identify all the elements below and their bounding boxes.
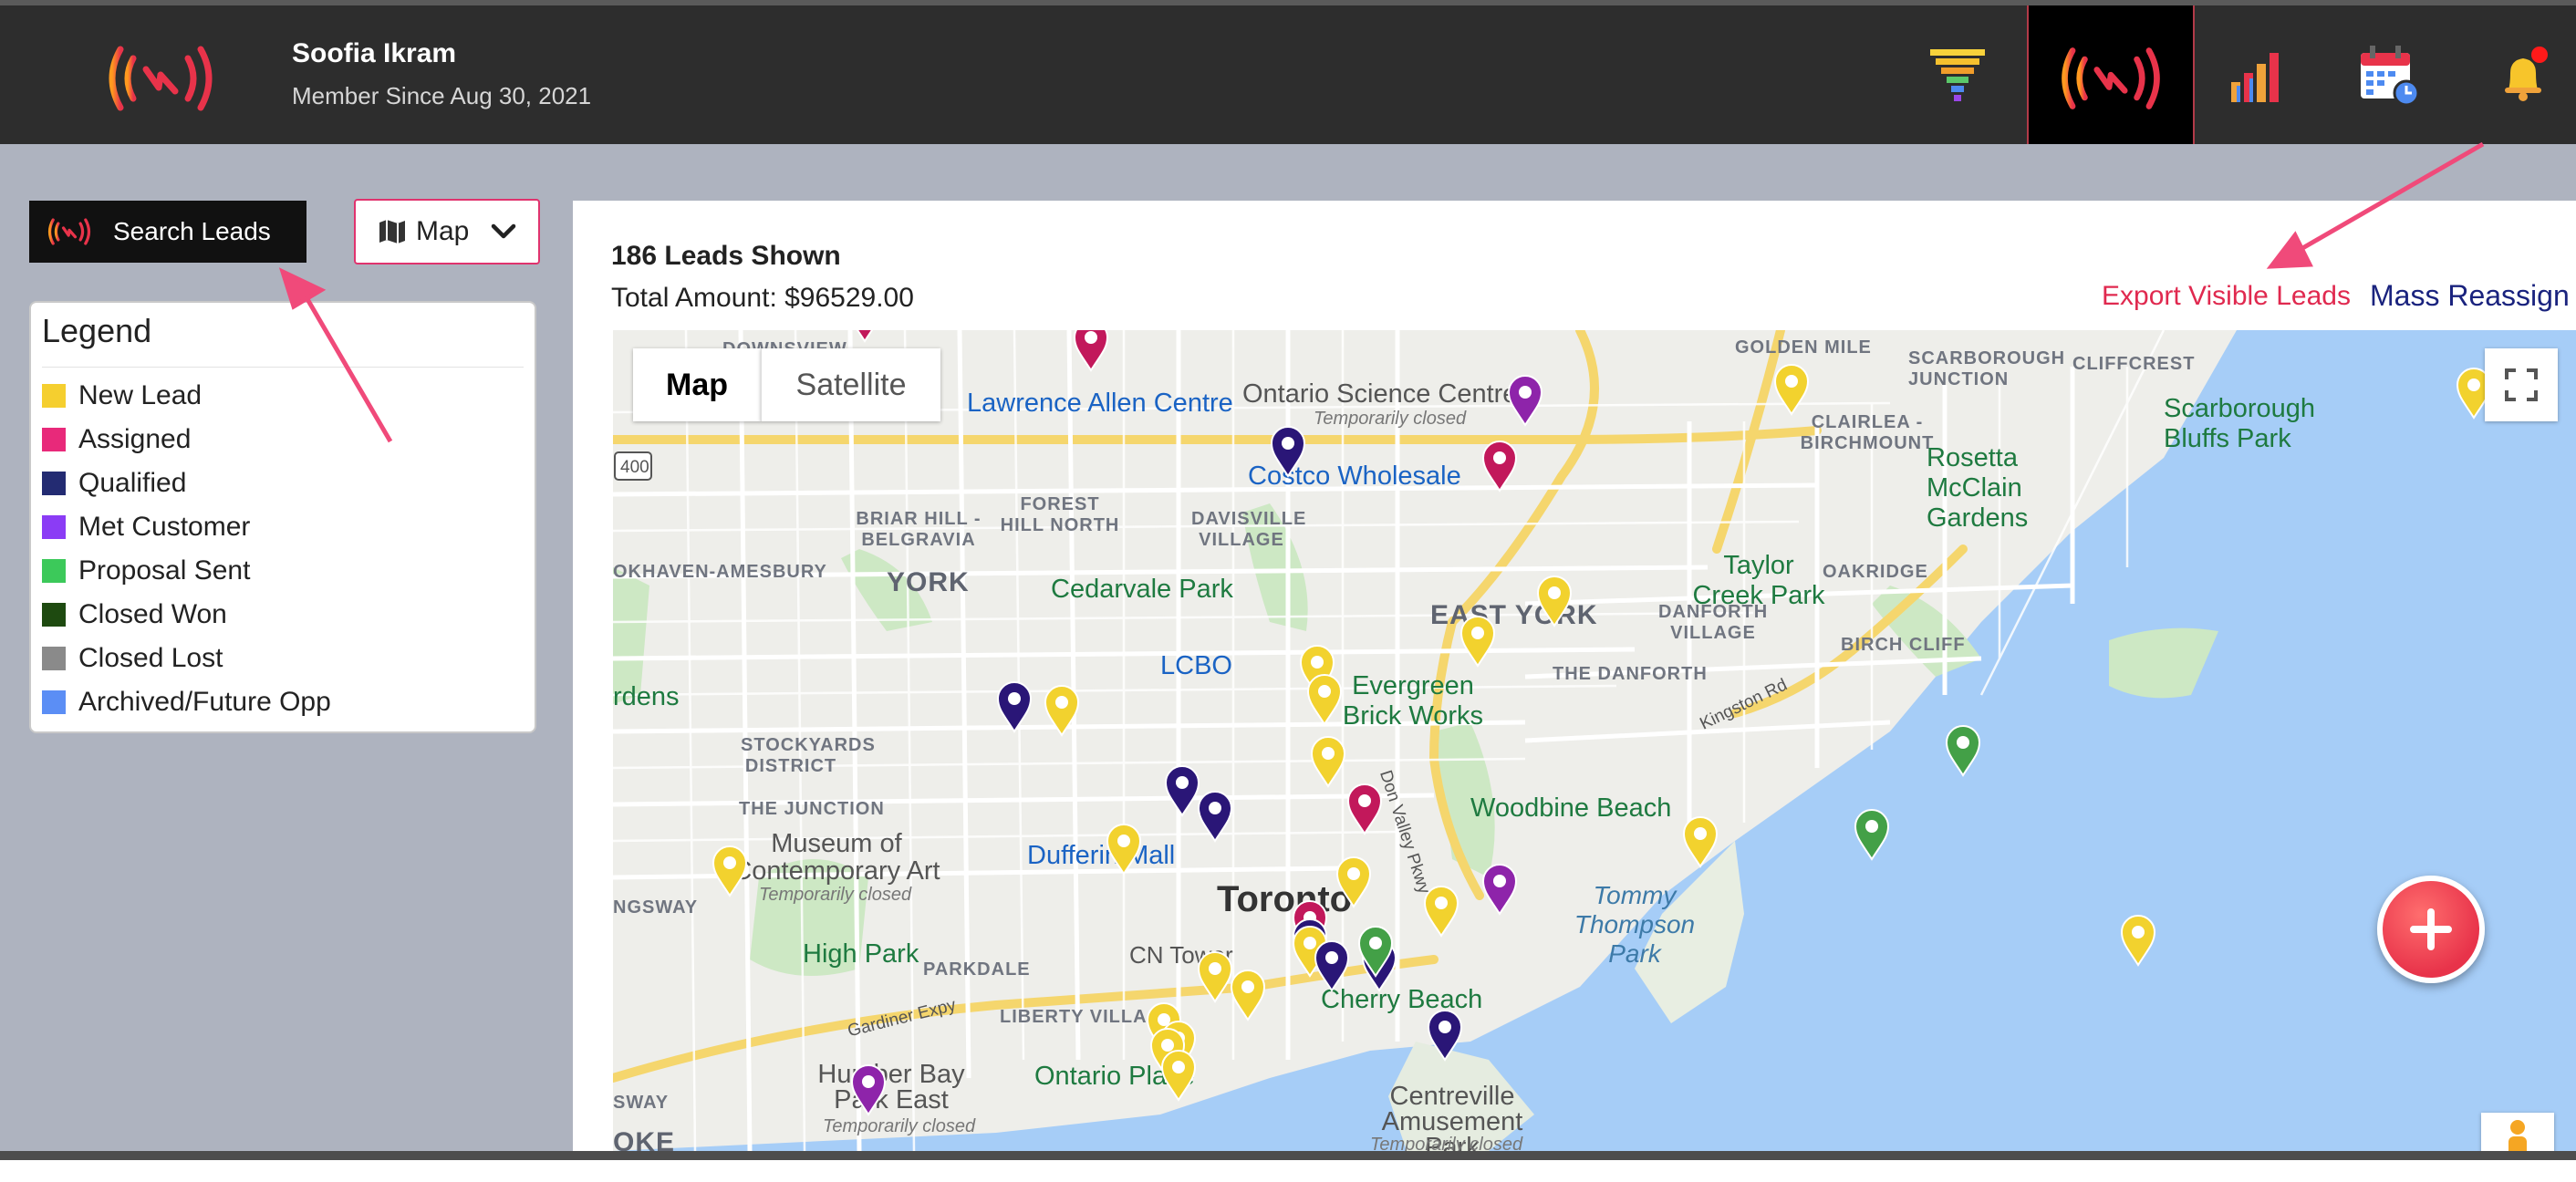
lead-pin[interactable] — [1197, 791, 1233, 843]
legend-label: Archived/Future Opp — [78, 687, 331, 717]
legend-title: Legend — [42, 312, 152, 349]
legend-label: Proposal Sent — [78, 555, 251, 586]
legend-swatch — [42, 690, 66, 714]
view-mode-select[interactable]: Map — [354, 199, 540, 264]
lead-pin[interactable] — [1160, 1050, 1197, 1102]
view-mode-value: Map — [416, 216, 470, 246]
bar-chart-icon[interactable] — [2226, 42, 2291, 108]
add-lead-button[interactable] — [2377, 876, 2485, 983]
legend-swatch — [42, 647, 66, 670]
fullscreen-button[interactable] — [2485, 348, 2558, 421]
leads-shown-count: 186 Leads Shown — [611, 241, 841, 271]
legend-label: Met Customer — [78, 512, 251, 542]
legend-item: Met Customer — [42, 509, 250, 545]
lead-pin[interactable] — [1773, 364, 1810, 416]
app-window: Soofia Ikram Member Since Aug 30, 2021 S… — [0, 0, 2576, 1182]
search-leads-button[interactable]: Search Leads — [29, 201, 306, 263]
brand-logo-icon[interactable] — [100, 40, 221, 117]
lead-pin[interactable] — [1945, 725, 1981, 777]
legend-swatch — [42, 428, 66, 451]
notification-dot — [2531, 47, 2548, 63]
fullscreen-icon — [2505, 368, 2538, 401]
lead-pin[interactable] — [1197, 951, 1233, 1003]
legend-label: Assigned — [78, 424, 192, 454]
lead-pin[interactable] — [712, 845, 748, 897]
app-header: Soofia Ikram Member Since Aug 30, 2021 — [0, 5, 2576, 144]
chevron-down-icon — [491, 223, 516, 239]
lead-pin[interactable] — [1481, 441, 1518, 493]
lead-pin[interactable] — [1423, 886, 1459, 938]
legend-item: Archived/Future Opp — [42, 684, 331, 721]
legend-divider — [42, 367, 524, 368]
user-name: Soofia Ikram — [292, 38, 457, 68]
lead-pin[interactable] — [1427, 1010, 1463, 1062]
funnel-icon[interactable] — [1925, 42, 1990, 108]
legend-item: Qualified — [42, 465, 186, 502]
lead-pin[interactable] — [996, 681, 1033, 733]
lead-pin[interactable] — [1314, 940, 1350, 992]
lead-pin[interactable] — [1073, 330, 1109, 372]
lead-pin[interactable] — [1270, 426, 1306, 478]
lead-pin[interactable] — [1682, 816, 1719, 868]
legend-swatch — [42, 384, 66, 408]
legend-item: Closed Won — [42, 596, 227, 633]
export-visible-leads-link[interactable]: Export Visible Leads — [2102, 281, 2351, 312]
lead-pin[interactable] — [848, 330, 881, 343]
bell-icon[interactable] — [2490, 42, 2556, 108]
member-since: Member Since Aug 30, 2021 — [292, 82, 592, 109]
search-leads-label: Search Leads — [113, 217, 271, 245]
lead-pin[interactable] — [1481, 864, 1518, 916]
legend-label: Qualified — [78, 468, 187, 498]
lead-pin[interactable] — [1044, 685, 1080, 737]
legend-label: Closed Won — [78, 599, 227, 629]
lead-pin[interactable] — [1346, 783, 1383, 835]
lead-pin[interactable] — [1335, 856, 1372, 908]
legend-panel: Legend New Lead Assigned Qualified Met Cust… — [29, 301, 536, 733]
mass-reassign-link[interactable]: Mass Reassign — [2370, 279, 2570, 313]
bottom-strip — [0, 1151, 2576, 1160]
lead-pin[interactable] — [1310, 736, 1346, 788]
total-amount: Total Amount: $96529.00 — [611, 283, 914, 313]
legend-item: Assigned — [42, 421, 191, 458]
lead-pin[interactable] — [1459, 616, 1496, 668]
lead-pin[interactable] — [850, 1064, 887, 1116]
legend-swatch — [42, 515, 66, 539]
leads-map[interactable]: DOWNSVIEW 400 GOLDEN MILE SCARBOROUGH JU… — [613, 330, 2576, 1151]
lead-pin[interactable] — [1230, 969, 1266, 1021]
map-type-map-button[interactable]: Map — [633, 348, 761, 421]
legend-swatch — [42, 559, 66, 583]
map-type-satellite-button[interactable]: Satellite — [761, 348, 940, 421]
bottom-margin — [0, 1160, 2576, 1182]
legend-swatch — [42, 472, 66, 495]
lead-pin[interactable] — [1106, 824, 1142, 876]
map-icon — [379, 220, 405, 244]
legend-label: Closed Lost — [78, 643, 223, 673]
lead-pin[interactable] — [1306, 674, 1343, 726]
signal-icon — [47, 218, 91, 245]
legend-swatch — [42, 603, 66, 627]
lead-pin[interactable] — [2120, 915, 2156, 967]
legend-label: New Lead — [78, 380, 203, 410]
nav-item-leads-active[interactable] — [2027, 5, 2195, 144]
plus-icon — [2410, 908, 2452, 950]
signal-icon — [2062, 47, 2160, 109]
lead-pin[interactable] — [1536, 575, 1573, 627]
legend-item: Closed Lost — [42, 640, 223, 677]
legend-item: Proposal Sent — [42, 553, 250, 589]
lead-pin[interactable] — [1507, 375, 1543, 427]
calendar-icon[interactable] — [2355, 42, 2421, 108]
lead-pin[interactable] — [1854, 809, 1890, 861]
lead-pin[interactable] — [1164, 765, 1200, 817]
lead-pins-layer — [712, 330, 2492, 1116]
legend-item: New Lead — [42, 378, 202, 414]
